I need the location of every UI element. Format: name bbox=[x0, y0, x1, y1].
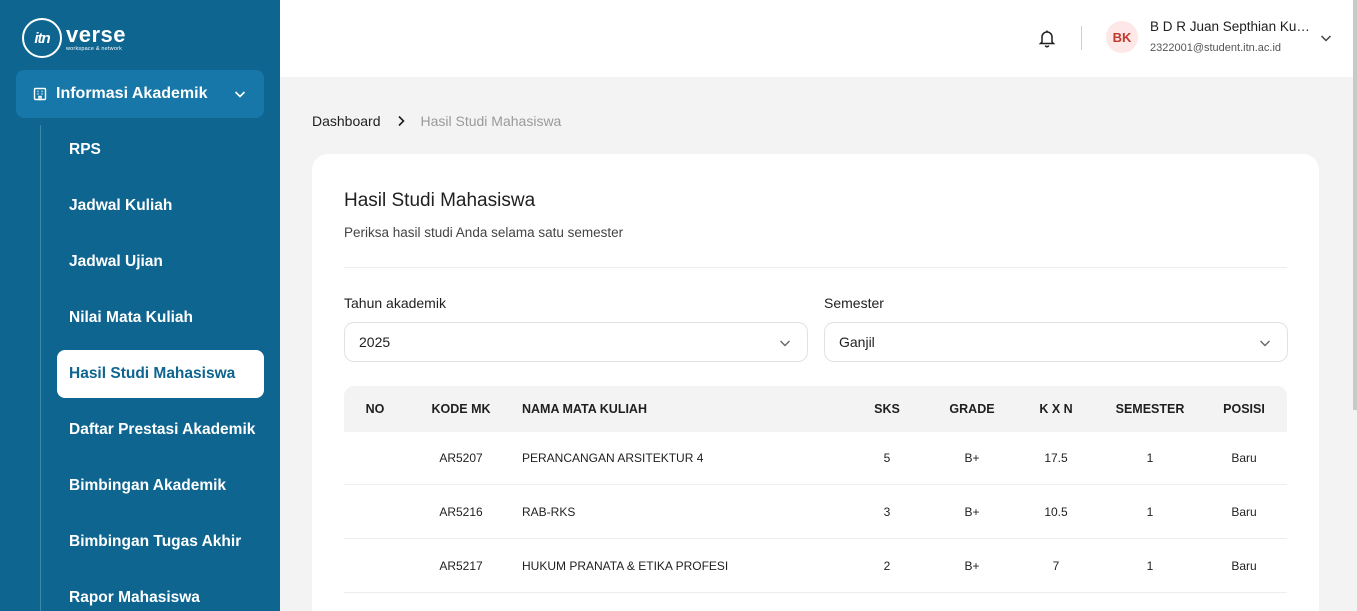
sidebar-item-bimbingan-akademik[interactable]: Bimbingan Akademik bbox=[57, 462, 264, 510]
submenu-guide-line bbox=[40, 125, 41, 611]
table-row[interactable]: AR5207 PERANCANGAN ARSITEKTUR 4 5 B+ 17.5 1 Ba… bbox=[344, 432, 1287, 485]
sidebar-item-hasil-studi-mahasiswa[interactable]: Hasil Studi Mahasiswa bbox=[57, 350, 264, 398]
cell-sks: 5 bbox=[883, 451, 891, 465]
sidebar-item-rps[interactable]: RPS bbox=[57, 126, 264, 174]
column-header-kxn: K X N bbox=[1039, 402, 1073, 416]
chevron-down-icon bbox=[1260, 340, 1270, 347]
breadcrumb-home-link[interactable]: Dashboard bbox=[312, 113, 381, 129]
page-description: Periksa hasil studi Anda selama satu sem… bbox=[344, 225, 624, 240]
sidebar-item-bimbingan-tugas-akhir[interactable]: Bimbingan Tugas Akhir bbox=[57, 518, 264, 566]
table-body: AR5207 PERANCANGAN ARSITEKTUR 4 5 B+ 17.5 1 Ba… bbox=[344, 432, 1287, 593]
cell-semester: 1 bbox=[1146, 504, 1154, 519]
logo-name: verse bbox=[66, 21, 127, 47]
table-row[interactable]: AR5216 RAB-RKS 3 B+ 10.5 1 Baru bbox=[344, 485, 1287, 539]
year-label: Tahun akademik bbox=[344, 295, 446, 311]
menu-group-label: Informasi Akademik bbox=[56, 85, 208, 102]
cell-kxn: 17.5 bbox=[1044, 451, 1068, 465]
user-email: 2322001@student.itn.ac.id bbox=[1150, 42, 1282, 54]
logo-tagline: workspace & network bbox=[66, 45, 123, 52]
year-select-value: 2025 bbox=[359, 334, 391, 350]
breadcrumb-current: Hasil Studi Mahasiswa bbox=[420, 113, 562, 129]
result-card: Hasil Studi Mahasiswa Periksa hasil stud… bbox=[312, 154, 1319, 611]
cell-kode-mk: AR5216 bbox=[439, 504, 483, 519]
study-result-table: NO KODE MK NAMA MATA KULIAH SKS GRADE K X N SE… bbox=[344, 386, 1287, 593]
chevron-down-icon bbox=[780, 340, 790, 347]
table-header: NO KODE MK NAMA MATA KULIAH SKS GRADE K X N SE… bbox=[344, 386, 1287, 432]
cell-no bbox=[344, 432, 406, 484]
cell-kode-mk: AR5207 bbox=[439, 451, 483, 465]
sidebar-item-daftar-prestasi-akademik[interactable]: Daftar Prestasi Akademik bbox=[57, 406, 264, 454]
semester-label: Semester bbox=[824, 295, 884, 311]
page-title: Hasil Studi Mahasiswa bbox=[344, 190, 536, 211]
cell-grade: B+ bbox=[964, 451, 980, 465]
cell-no bbox=[344, 539, 406, 592]
cell-no bbox=[344, 485, 406, 538]
column-header-no: NO bbox=[365, 402, 385, 416]
cell-posisi: Baru bbox=[1231, 451, 1257, 465]
column-header-grade: GRADE bbox=[949, 402, 995, 416]
cell-posisi: Baru bbox=[1231, 504, 1257, 519]
sidebar-item-nilai-mata-kuliah[interactable]: Nilai Mata Kuliah bbox=[57, 294, 264, 342]
submenu: RPS Jadwal Kuliah Jadwal Ujian Nilai Mata K… bbox=[57, 126, 264, 611]
sidebar-item-jadwal-ujian[interactable]: Jadwal Ujian bbox=[57, 238, 264, 286]
column-header-kode-mk: KODE MK bbox=[431, 402, 491, 416]
column-header-nama-mata-kuliah: NAMA MATA KULIAH bbox=[522, 402, 647, 416]
cell-kode-mk: AR5217 bbox=[439, 558, 483, 573]
building-icon bbox=[33, 87, 47, 101]
table-row[interactable]: AR5217 HUKUM PRANATA & ETIKA PROFESI 2 B+ 7 1… bbox=[344, 539, 1287, 593]
card-divider bbox=[344, 267, 1287, 268]
sidebar-item-rapor-mahasiswa[interactable]: Rapor Mahasiswa bbox=[57, 574, 264, 611]
bell-icon[interactable] bbox=[1037, 28, 1057, 48]
sidebar-item-jadwal-kuliah[interactable]: Jadwal Kuliah bbox=[57, 182, 264, 230]
page-scrollbar-thumb[interactable] bbox=[1353, 0, 1357, 410]
avatar[interactable]: BK bbox=[1106, 21, 1138, 53]
cell-sks: 2 bbox=[883, 558, 891, 573]
column-header-posisi: POSISI bbox=[1223, 402, 1265, 416]
menu-group-informasi-akademik[interactable]: Informasi Akademik bbox=[16, 70, 264, 118]
cell-nama-mata-kuliah: RAB-RKS bbox=[522, 504, 576, 519]
cell-grade: B+ bbox=[964, 558, 980, 573]
topbar: BK B D R Juan Septhian Kurniawan 2322001… bbox=[280, 0, 1357, 77]
cell-nama-mata-kuliah: PERANCANGAN ARSITEKTUR 4 bbox=[522, 451, 704, 465]
cell-sks: 3 bbox=[883, 504, 891, 519]
breadcrumb: Dashboard Hasil Studi Mahasiswa bbox=[312, 113, 561, 129]
cell-nama-mata-kuliah: HUKUM PRANATA & ETIKA PROFESI bbox=[522, 558, 729, 573]
cell-semester: 1 bbox=[1146, 558, 1154, 573]
year-select[interactable]: 2025 bbox=[344, 322, 808, 362]
topbar-divider bbox=[1081, 26, 1082, 50]
semester-select-value: Ganjil bbox=[839, 334, 875, 350]
sidebar: itn verse workspace & network Informasi … bbox=[0, 0, 280, 611]
column-header-semester: SEMESTER bbox=[1115, 402, 1185, 416]
chevron-down-icon[interactable] bbox=[1318, 30, 1334, 46]
chevron-right-icon bbox=[397, 115, 405, 127]
cell-kxn: 7 bbox=[1052, 558, 1060, 573]
chevron-down-icon bbox=[234, 91, 246, 98]
cell-posisi: Baru bbox=[1231, 558, 1257, 573]
semester-select[interactable]: Ganjil bbox=[824, 322, 1288, 362]
user-name[interactable]: B D R Juan Septhian Kurniawan bbox=[1150, 19, 1310, 34]
column-header-sks: SKS bbox=[874, 402, 900, 416]
cell-kxn: 10.5 bbox=[1044, 504, 1068, 519]
cell-grade: B+ bbox=[964, 504, 980, 519]
app-logo[interactable]: itn verse workspace & network bbox=[22, 18, 126, 58]
cell-semester: 1 bbox=[1146, 451, 1154, 465]
logo-mark: itn bbox=[22, 18, 62, 58]
